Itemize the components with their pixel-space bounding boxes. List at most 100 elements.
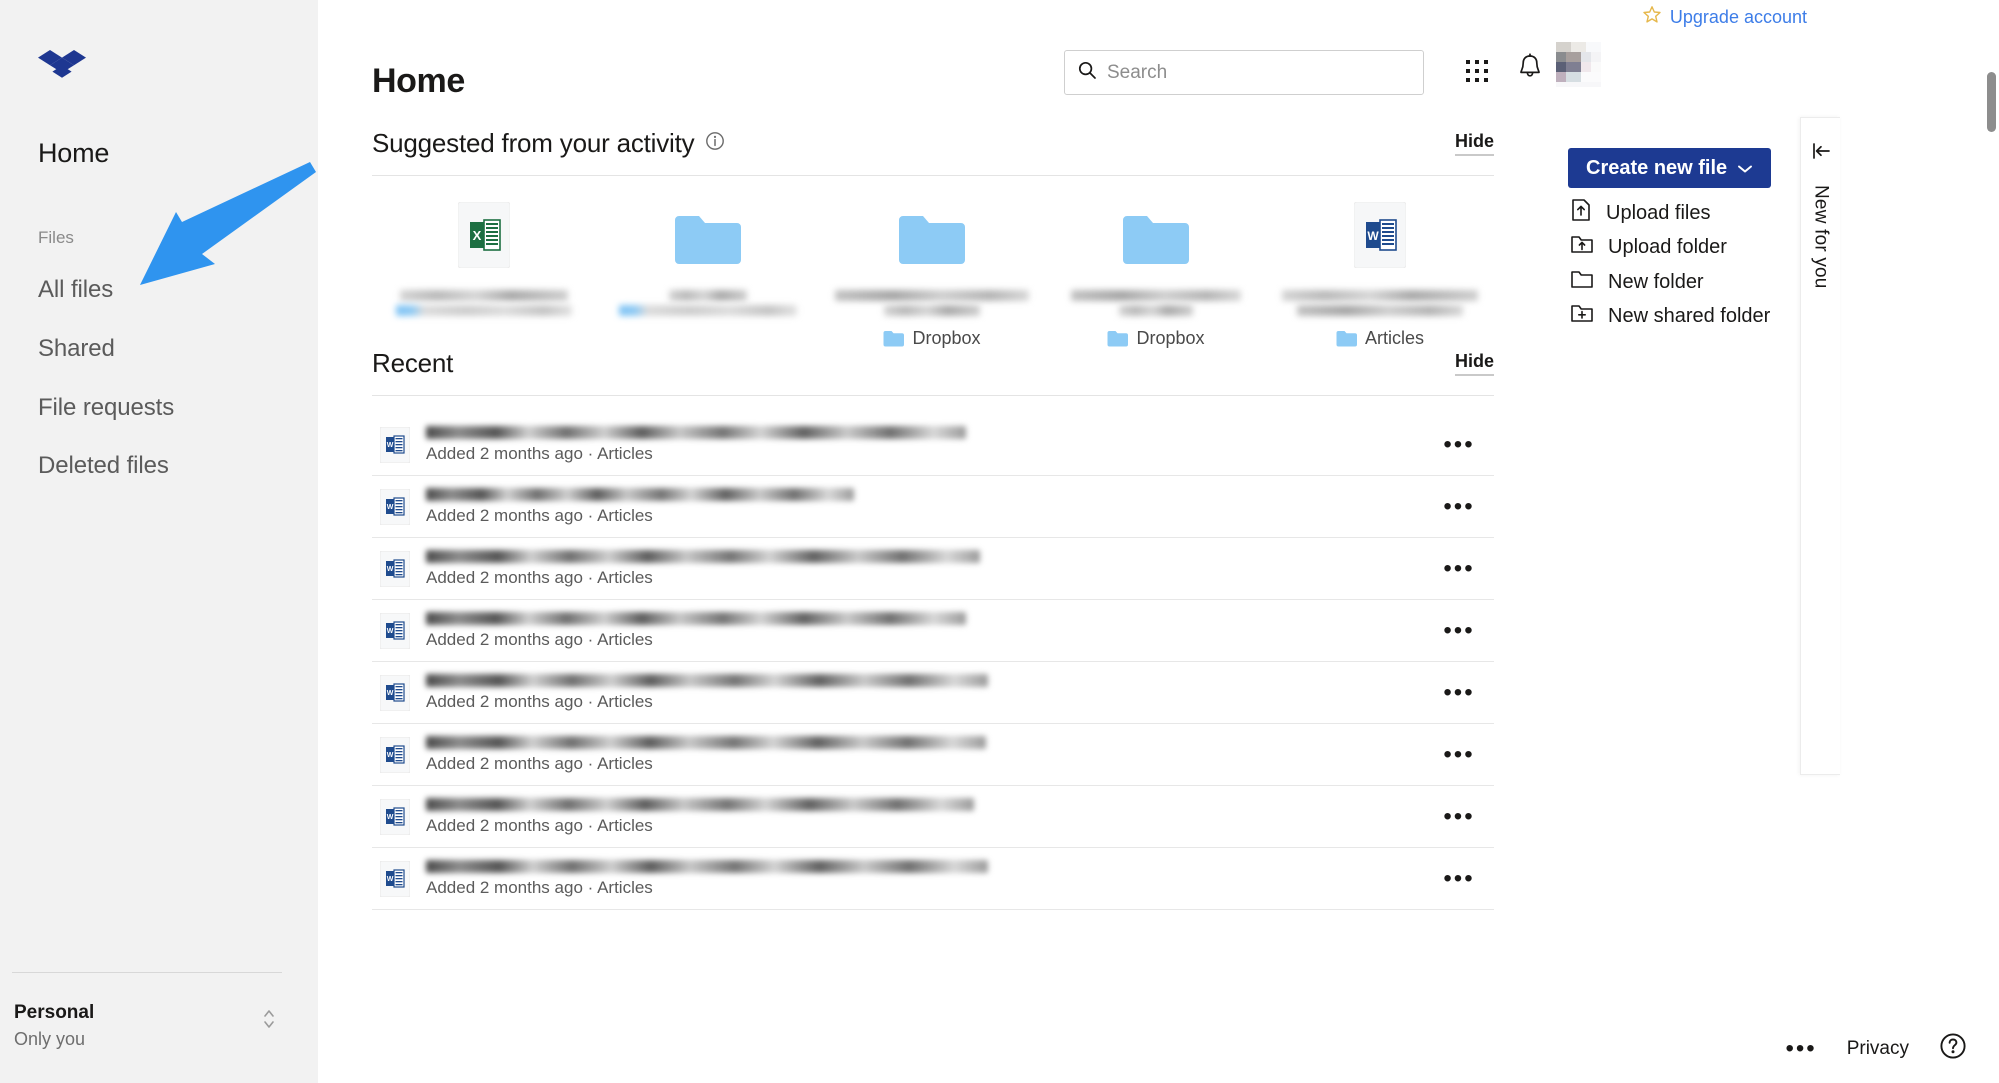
- new-shared-folder-button[interactable]: New shared folder: [1570, 302, 1770, 330]
- svg-text:W: W: [387, 752, 394, 759]
- svg-text:W: W: [387, 814, 394, 821]
- table-row[interactable]: W Added 2 months ago · Articles •••: [372, 786, 1494, 848]
- svg-text:W: W: [387, 504, 394, 511]
- create-new-file-button[interactable]: Create new file: [1568, 148, 1772, 188]
- suggested-card-name-redacted: [596, 290, 820, 316]
- suggested-card-parent: Dropbox: [883, 328, 981, 349]
- folder-outline-icon: [1570, 268, 1594, 296]
- upload-folder-icon: [1570, 233, 1594, 261]
- word-file-icon: W: [372, 860, 418, 897]
- svg-text:W: W: [387, 876, 394, 883]
- help-circle-icon[interactable]: [1939, 1032, 1967, 1065]
- word-file-icon: W: [1354, 192, 1406, 268]
- upload-files-button[interactable]: Upload files: [1570, 198, 1711, 228]
- suggested-card[interactable]: X: [372, 192, 596, 349]
- right-rail: Create new file Upload files Upload fold…: [1540, 0, 1820, 1083]
- word-file-icon: W: [372, 488, 418, 525]
- file-meta: Added 2 months ago · Articles: [426, 443, 653, 463]
- table-row[interactable]: W Added 2 months ago · Articles •••: [372, 476, 1494, 538]
- file-meta: Added 2 months ago · Articles: [426, 629, 653, 649]
- word-file-icon: W: [372, 426, 418, 463]
- table-row[interactable]: W Added 2 months ago · Articles •••: [372, 414, 1494, 476]
- file-meta: Added 2 months ago · Articles: [426, 753, 653, 773]
- recent-hide-button[interactable]: Hide: [1454, 351, 1494, 376]
- upload-folder-button[interactable]: Upload folder: [1570, 233, 1727, 261]
- account-switcher[interactable]: Personal Only you: [14, 1000, 300, 1052]
- folder-icon: [897, 192, 967, 268]
- new-for-you-label[interactable]: New for you: [1810, 185, 1832, 289]
- main-content: Upgrade account Search Home Suggested fr…: [318, 0, 1999, 1083]
- recent-divider: [372, 395, 1494, 396]
- suggested-card[interactable]: Dropbox: [820, 192, 1044, 349]
- file-meta: Added 2 months ago · Articles: [426, 877, 653, 897]
- recent-section-header: Recent Hide: [372, 348, 1494, 379]
- suggested-title: Suggested from your activity: [372, 128, 695, 158]
- footer: ••• Privacy: [1785, 1032, 1967, 1065]
- scrollbar-thumb[interactable]: [1987, 72, 1996, 132]
- suggested-card-parent: Dropbox: [1107, 328, 1205, 349]
- search-icon: [1077, 60, 1097, 85]
- search-placeholder: Search: [1107, 61, 1168, 83]
- collapse-left-icon[interactable]: [1810, 140, 1832, 167]
- suggested-card-parent: Articles: [1336, 328, 1424, 349]
- file-name-redacted: [426, 859, 988, 873]
- sidebar-item-deleted-files[interactable]: Deleted files: [38, 452, 169, 480]
- row-overflow-menu-button[interactable]: •••: [1424, 494, 1494, 518]
- row-overflow-menu-button[interactable]: •••: [1424, 680, 1494, 704]
- table-row[interactable]: W Added 2 months ago · Articles •••: [372, 538, 1494, 600]
- file-name-redacted: [426, 611, 966, 625]
- word-file-icon: W: [372, 798, 418, 835]
- sidebar-section-files-label: Files: [38, 228, 74, 247]
- upload-files-label: Upload files: [1606, 201, 1711, 224]
- table-row[interactable]: W Added 2 months ago · Articles •••: [372, 724, 1494, 786]
- dropbox-home-page: Home Files All files Shared File request…: [0, 0, 1999, 1083]
- table-row[interactable]: W Added 2 months ago · Articles •••: [372, 662, 1494, 724]
- suggested-card[interactable]: [596, 192, 820, 349]
- recent-file-list: W Added 2 months ago · Articles ••• W Ad…: [372, 414, 1494, 910]
- suggested-card[interactable]: W Articles: [1268, 192, 1492, 349]
- suggested-card-parent-label: Dropbox: [912, 328, 981, 348]
- suggested-hide-button[interactable]: Hide: [1454, 131, 1494, 156]
- svg-text:X: X: [473, 228, 482, 243]
- suggested-section-header: Suggested from your activity Hide: [372, 128, 1494, 159]
- sidebar-item-all-files[interactable]: All files: [38, 276, 113, 304]
- new-shared-folder-label: New shared folder: [1608, 304, 1771, 327]
- folder-icon: [673, 192, 743, 268]
- row-overflow-menu-button[interactable]: •••: [1424, 556, 1494, 580]
- sidebar-item-file-requests[interactable]: File requests: [38, 394, 174, 422]
- sidebar-item-shared[interactable]: Shared: [38, 335, 115, 363]
- upload-file-icon: [1570, 198, 1592, 228]
- file-meta: Added 2 months ago · Articles: [426, 815, 653, 835]
- row-overflow-menu-button[interactable]: •••: [1424, 742, 1494, 766]
- search-input[interactable]: Search: [1064, 50, 1424, 95]
- new-folder-button[interactable]: New folder: [1570, 268, 1704, 296]
- row-overflow-menu-button[interactable]: •••: [1424, 618, 1494, 642]
- svg-text:W: W: [387, 442, 394, 449]
- file-meta: Added 2 months ago · Articles: [426, 567, 653, 587]
- row-overflow-menu-button[interactable]: •••: [1424, 804, 1494, 828]
- svg-text:W: W: [387, 628, 394, 635]
- dropbox-logo[interactable]: [38, 48, 86, 97]
- privacy-link[interactable]: Privacy: [1847, 1038, 1909, 1060]
- suggested-card-parent-label: Dropbox: [1136, 328, 1205, 348]
- file-name-redacted: [426, 425, 966, 439]
- table-row[interactable]: W Added 2 months ago · Articles •••: [372, 600, 1494, 662]
- row-overflow-menu-button[interactable]: •••: [1424, 866, 1494, 890]
- suggested-card-name-redacted: [1268, 290, 1492, 316]
- table-row[interactable]: W Added 2 months ago · Articles •••: [372, 848, 1494, 910]
- row-overflow-menu-button[interactable]: •••: [1424, 432, 1494, 456]
- scrollbar-track[interactable]: [1985, 0, 1999, 1083]
- recent-title: Recent: [372, 348, 454, 378]
- footer-more-button[interactable]: •••: [1785, 1036, 1816, 1060]
- suggested-divider: [372, 175, 1494, 176]
- grid-apps-icon[interactable]: [1464, 58, 1490, 89]
- suggested-card[interactable]: Dropbox: [1044, 192, 1268, 349]
- sidebar-item-home[interactable]: Home: [38, 138, 109, 169]
- svg-text:W: W: [1367, 229, 1379, 243]
- suggested-card-name-redacted: [820, 290, 1044, 316]
- suggested-cards: X Dropbox Dropbox W Articles: [372, 192, 1494, 349]
- sidebar: Home Files All files Shared File request…: [0, 0, 318, 1083]
- info-icon[interactable]: [705, 131, 725, 156]
- account-subtitle: Only you: [14, 1029, 86, 1049]
- suggested-card-parent-label: Articles: [1364, 328, 1424, 348]
